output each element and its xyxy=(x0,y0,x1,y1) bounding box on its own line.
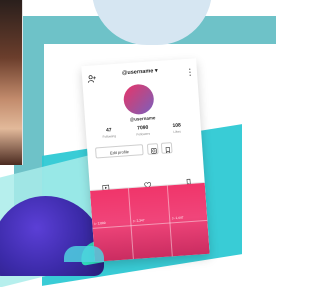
stat-following[interactable]: 47 Following xyxy=(94,126,125,140)
stat-likes[interactable]: 108 Likes xyxy=(162,122,193,136)
stat-label: Likes xyxy=(173,129,181,134)
instagram-icon xyxy=(151,148,157,154)
stat-label: Followers xyxy=(136,131,151,137)
video-views-label: ▷ 1,447 xyxy=(171,215,184,221)
bookmark-icon xyxy=(165,146,171,154)
video-grid: ▷ 2,000 ▷ 2,347 ▷ 1,447 xyxy=(90,182,210,262)
username-menu[interactable]: @username ▾ xyxy=(114,65,167,79)
tab-videos-icon[interactable] xyxy=(101,179,110,191)
stat-followers[interactable]: 7090 Followers xyxy=(128,124,159,138)
add-user-icon[interactable] xyxy=(87,70,97,83)
avatar[interactable] xyxy=(122,83,155,116)
plant-decoration xyxy=(64,246,104,262)
more-options-icon[interactable] xyxy=(187,64,192,76)
profile-header: @username ▾ xyxy=(82,62,198,83)
instagram-button[interactable] xyxy=(146,143,159,155)
phone-mockup: @username ▾ @username 47 Following 7090 … xyxy=(81,58,210,262)
video-views-label: ▷ 2,000 xyxy=(94,220,106,226)
edit-profile-button[interactable]: Edit profile xyxy=(95,144,144,159)
stat-label: Following xyxy=(102,134,117,139)
profile-stats: 47 Following 7090 Followers 108 Likes xyxy=(94,122,195,145)
tab-liked-heart-icon[interactable] xyxy=(143,176,152,189)
bookmark-button[interactable] xyxy=(160,142,173,154)
tab-saved-icon[interactable] xyxy=(184,173,193,186)
left-photo-image xyxy=(0,0,23,165)
grid-divider xyxy=(92,219,208,229)
video-views-label: ▷ 2,347 xyxy=(133,218,145,223)
